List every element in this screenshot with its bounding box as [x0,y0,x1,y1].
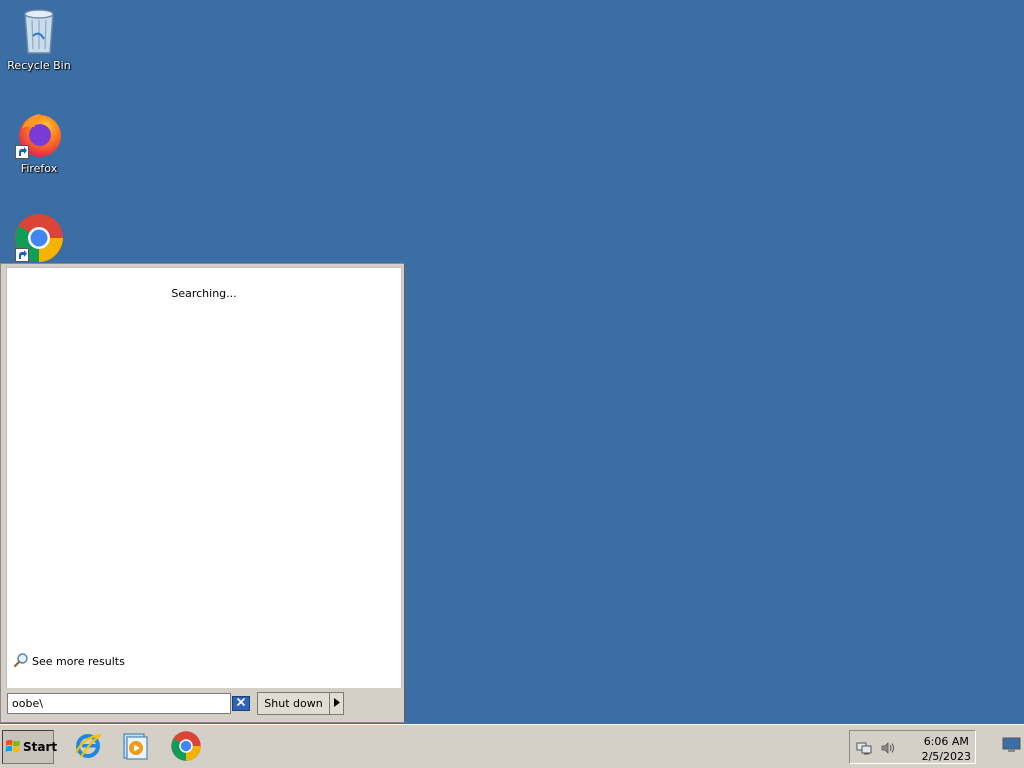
quick-launch-media-player[interactable] [118,731,152,763]
magnifier-icon [13,652,29,671]
quick-launch-internet-explorer[interactable] [71,731,105,763]
start-search-input[interactable] [7,693,231,714]
clock-time: 6:06 AM [923,735,969,748]
clear-search-icon [236,697,246,710]
start-menu: Searching... See more results Shut down [0,263,405,723]
show-desktop-icon [1002,737,1022,756]
shortcut-arrow-icon [15,248,29,262]
taskbar: Start 6:06 AM 2/5/2023 [0,724,1024,768]
desktop-icon-chrome[interactable] [2,212,76,265]
clear-search-button[interactable] [232,696,250,711]
clock-date: 2/5/2023 [921,750,971,763]
chrome-icon [170,730,202,765]
show-desktop-button[interactable] [1002,737,1022,753]
shortcut-arrow-icon [15,145,29,159]
see-more-results-link[interactable]: See more results [13,652,125,671]
chrome-icon [13,212,65,264]
shut-down-options-button[interactable] [329,692,344,715]
see-more-results-label: See more results [32,655,125,668]
windows-logo-icon [5,738,21,757]
start-button-label: Start [23,740,58,754]
desktop-icon-firefox[interactable]: Firefox [2,109,76,175]
search-results-pane: Searching... See more results [6,267,402,689]
firefox-icon [13,109,65,161]
internet-explorer-icon [73,731,103,764]
system-tray: 6:06 AM 2/5/2023 [849,730,976,764]
network-icon[interactable] [855,739,873,757]
triangle-right-icon [333,697,340,710]
search-status-text: Searching... [171,287,237,300]
recycle-bin-icon [13,6,65,58]
volume-icon[interactable] [879,739,897,757]
media-player-icon [120,731,150,764]
start-button[interactable]: Start [2,730,58,764]
start-menu-bottom-bar: Shut down [1,688,404,722]
quick-launch-chrome[interactable] [169,730,203,765]
desktop-icon-label: Firefox [20,162,58,175]
taskbar-clock[interactable]: 6:06 AM 2/5/2023 [922,734,971,764]
desktop-icon-label: Recycle Bin [7,59,71,72]
shut-down-button[interactable]: Shut down [257,692,330,715]
desktop-icon-recycle-bin[interactable]: Recycle Bin [2,6,76,72]
